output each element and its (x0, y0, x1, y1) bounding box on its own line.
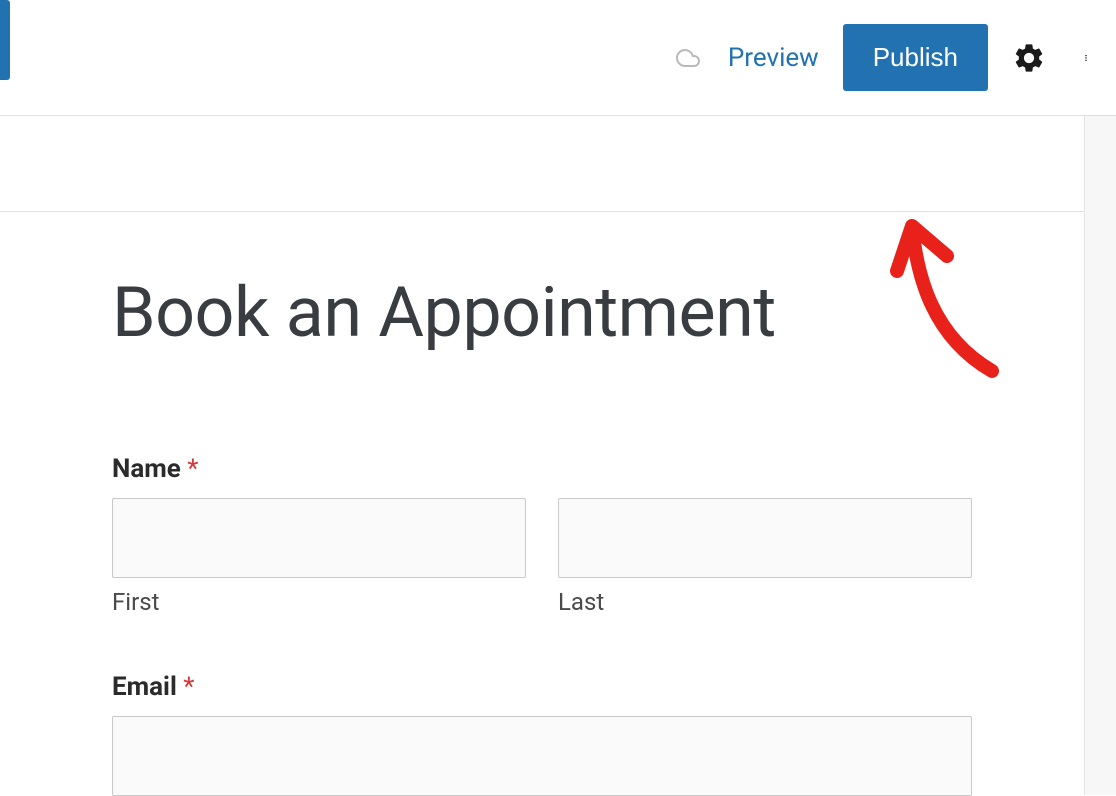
first-name-col: First (112, 498, 526, 616)
name-inputs-row: First Last (112, 498, 972, 616)
email-label: Email * (112, 672, 972, 702)
publish-button[interactable]: Publish (843, 24, 988, 91)
last-name-sublabel: Last (558, 588, 972, 616)
more-options-icon[interactable] (1076, 41, 1096, 75)
name-label: Name * (112, 454, 972, 484)
email-field-group: Email * (112, 672, 972, 796)
first-name-sublabel: First (112, 588, 526, 616)
last-name-col: Last (558, 498, 972, 616)
email-label-text: Email (112, 672, 177, 702)
required-marker: * (187, 454, 198, 484)
first-name-input[interactable] (112, 498, 526, 578)
title-band (0, 116, 1084, 212)
editor-canvas: Book an Appointment Name * First Last Em… (0, 116, 1116, 795)
gear-icon[interactable] (1012, 41, 1046, 75)
required-marker: * (183, 672, 194, 702)
page-content: Book an Appointment Name * First Last Em… (0, 212, 1084, 796)
name-label-text: Name (112, 454, 181, 484)
editor-topbar: Preview Publish (0, 0, 1116, 116)
cloud-icon (672, 46, 704, 70)
email-input[interactable] (112, 716, 972, 796)
right-gutter (1084, 116, 1116, 795)
name-field-group: Name * First Last (112, 454, 972, 616)
page-title[interactable]: Book an Appointment (112, 272, 972, 354)
last-name-input[interactable] (558, 498, 972, 578)
preview-link[interactable]: Preview (728, 43, 819, 73)
left-accent-bar (0, 0, 10, 80)
